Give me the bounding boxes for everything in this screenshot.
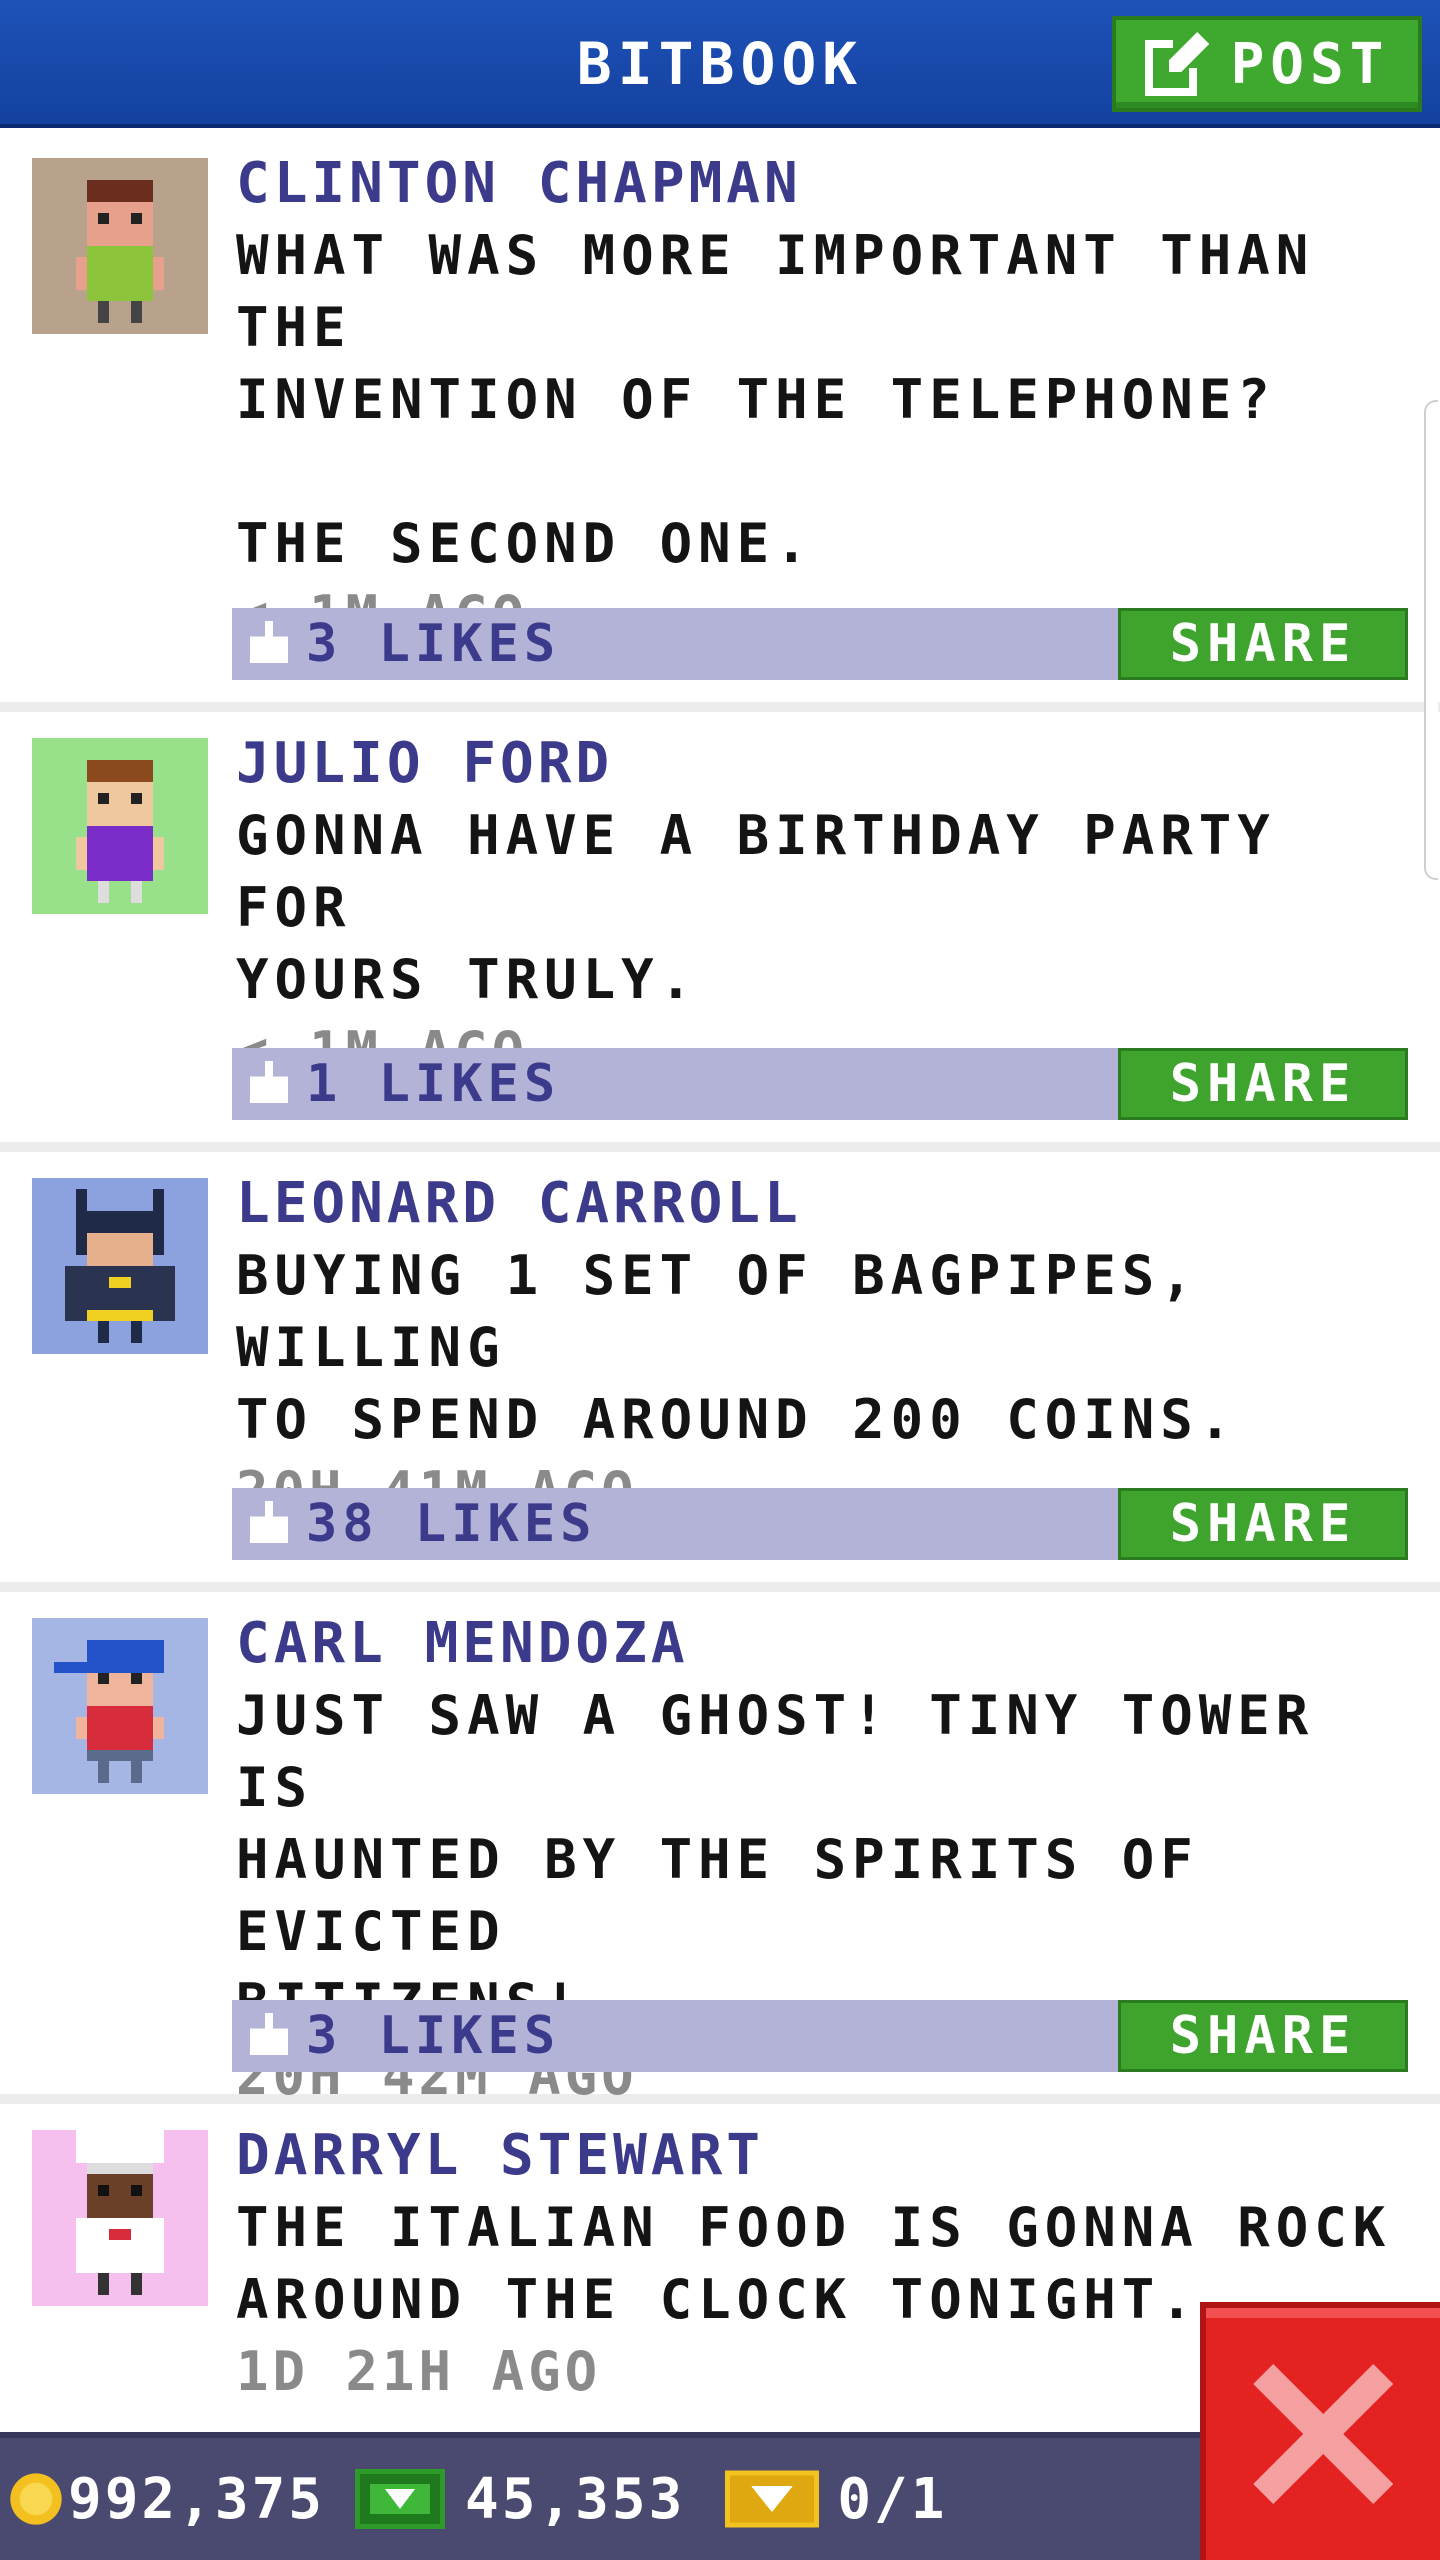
chef-bitizen-icon — [32, 2130, 208, 2306]
close-button[interactable] — [1200, 2302, 1440, 2560]
bat-costume-bitizen-icon — [32, 1178, 208, 1354]
post-card: CLINTON CHAPMAN WHAT WAS MORE IMPORTANT … — [0, 132, 1440, 712]
post-message: GONNA HAVE A BIRTHDAY PARTY FOR YOURS TR… — [236, 804, 1276, 1011]
tickets-value: 0/1 — [837, 2466, 948, 2532]
avatar[interactable] — [32, 2130, 208, 2306]
post-card: CARL MENDOZA JUST SAW A GHOST! TINY TOWE… — [0, 1592, 1440, 2107]
avatar[interactable] — [32, 158, 208, 334]
post-button[interactable]: POST — [1112, 16, 1422, 112]
close-icon — [1253, 2364, 1393, 2504]
thumbs-up-icon[interactable] — [246, 1061, 292, 1107]
likes-bar: 3 LIKES SHARE — [232, 2000, 1408, 2072]
author-name[interactable]: DARRYL STEWART — [236, 2120, 1416, 2192]
edit-icon — [1144, 32, 1209, 96]
post-content: JULIO FORD GONNA HAVE A BIRTHDAY PARTY F… — [236, 728, 1416, 1088]
blue-cap-bitizen-icon — [32, 1618, 208, 1794]
coins-counter: 992,375 — [0, 2467, 325, 2532]
bux-counter: 45,353 — [325, 2467, 685, 2532]
ticket-icon — [725, 2470, 820, 2528]
post-message: WHAT WAS MORE IMPORTANT THAN THE INVENTI… — [236, 224, 1315, 575]
post-content: CLINTON CHAPMAN WHAT WAS MORE IMPORTANT … — [236, 148, 1416, 652]
likes-bar: 1 LIKES SHARE — [232, 1048, 1408, 1120]
app-header: BITBOOK POST — [0, 0, 1440, 128]
likes-bar: 38 LIKES SHARE — [232, 1488, 1408, 1560]
bux-value: 45,353 — [465, 2466, 686, 2532]
thumbs-up-icon[interactable] — [246, 2013, 292, 2059]
post-content: LEONARD CARROLL BUYING 1 SET OF BAGPIPES… — [236, 1168, 1416, 1528]
tickets-counter: 0/1 — [685, 2467, 947, 2532]
feed: CLINTON CHAPMAN WHAT WAS MORE IMPORTANT … — [0, 132, 1440, 2504]
likes-count: 3 LIKES — [306, 614, 561, 674]
green-shirt-bitizen-icon — [32, 158, 208, 334]
post-card: LEONARD CARROLL BUYING 1 SET OF BAGPIPES… — [0, 1152, 1440, 1592]
bux-icon — [355, 2469, 446, 2529]
avatar[interactable] — [32, 1618, 208, 1794]
post-message: BUYING 1 SET OF BAGPIPES, WILLING TO SPE… — [236, 1244, 1238, 1451]
share-button[interactable]: SHARE — [1118, 1488, 1408, 1560]
author-name[interactable]: CLINTON CHAPMAN — [236, 148, 1416, 220]
post-card: JULIO FORD GONNA HAVE A BIRTHDAY PARTY F… — [0, 712, 1440, 1152]
coins-value: 992,375 — [68, 2466, 326, 2532]
thumbs-up-icon[interactable] — [246, 621, 292, 667]
post-button-label: POST — [1230, 31, 1390, 97]
avatar[interactable] — [32, 738, 208, 914]
share-button[interactable]: SHARE — [1118, 2000, 1408, 2072]
likes-count: 38 LIKES — [306, 1494, 597, 1554]
author-name[interactable]: LEONARD CARROLL — [236, 1168, 1416, 1240]
likes-count: 1 LIKES — [306, 1054, 561, 1114]
purple-shirt-bitizen-icon — [32, 738, 208, 914]
share-button[interactable]: SHARE — [1118, 608, 1408, 680]
likes-bar: 3 LIKES SHARE — [232, 608, 1408, 680]
thumbs-up-icon[interactable] — [246, 1501, 292, 1547]
post-message: JUST SAW A GHOST! TINY TOWER IS HAUNTED … — [236, 1684, 1315, 2035]
coin-icon — [10, 2473, 62, 2525]
scrollbar[interactable] — [1424, 400, 1438, 880]
avatar[interactable] — [32, 1178, 208, 1354]
likes-count: 3 LIKES — [306, 2006, 561, 2066]
author-name[interactable]: CARL MENDOZA — [236, 1608, 1416, 1680]
share-button[interactable]: SHARE — [1118, 1048, 1408, 1120]
author-name[interactable]: JULIO FORD — [236, 728, 1416, 800]
